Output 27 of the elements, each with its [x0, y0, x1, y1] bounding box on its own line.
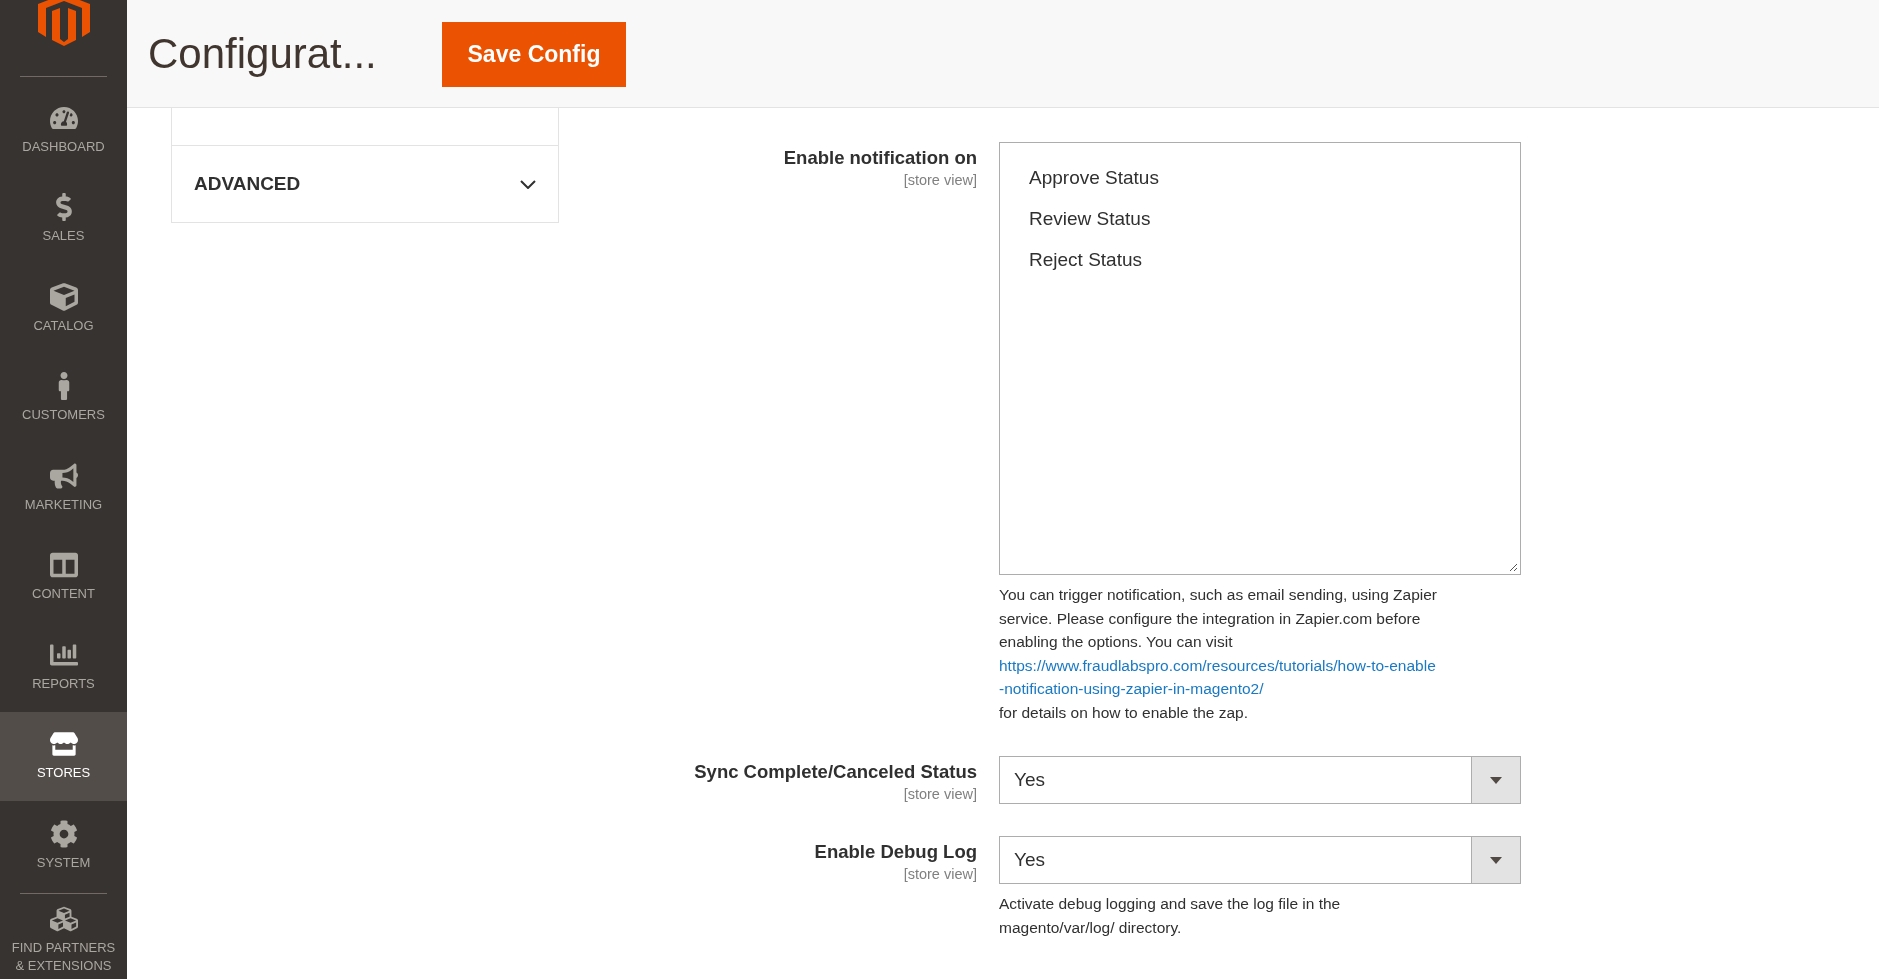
sidebar-item[interactable]: FIND PARTNERS & EXTENSIONS: [0, 895, 127, 979]
sidebar-item[interactable]: SYSTEM: [0, 801, 127, 891]
sidebar-item[interactable]: SALES: [0, 174, 127, 264]
sidebar-item[interactable]: CATALOG: [0, 264, 127, 354]
field-note: Activate debug logging and save the log file in the magento/var/log/ directory.: [999, 894, 1342, 938]
tutorial-link[interactable]: https://www.fraudlabspro.com/resources/tutorials/how-to-enable-notification-using-zapier-in-magento2/: [999, 653, 1439, 701]
list-option[interactable]: Reject Status: [1029, 239, 1520, 280]
page-title: Configurat...: [148, 29, 378, 79]
field-label: Enable notification on: [783, 146, 977, 170]
scope-label: [store view]: [903, 865, 977, 884]
sidebar-item[interactable]: CUSTOMERS: [0, 353, 127, 443]
scope-label: [store view]: [903, 785, 977, 804]
sidebar-item[interactable]: STORES: [0, 711, 127, 801]
sidebar-item[interactable]: MARKETING: [0, 443, 127, 533]
scope-label: [store view]: [903, 171, 977, 190]
list-option[interactable]: Review Status: [1029, 198, 1520, 239]
save-config-button[interactable]: Save Config: [442, 22, 626, 87]
sidebar-item[interactable]: DASHBOARD: [0, 85, 127, 175]
list-option[interactable]: Approve Status: [1029, 157, 1520, 198]
sidebar-item[interactable]: REPORTS: [0, 622, 127, 712]
sidebar-item[interactable]: CONTENT: [0, 532, 127, 622]
field-label: Sync Complete/Canceled Status: [694, 760, 977, 784]
multiselect-list[interactable]: Approve Status Review Status Reject Status: [999, 142, 1521, 575]
field-note: You can trigger notification, such as email sending, using Zapier service. Please configure the integration in Zapier.com before enabling the options. You can visit https://www.fraudlabspro.com/resources/tutorials/how-to-enable-notification-using-zapier-in-magento2/ for details on how to enable the zap.: [999, 585, 1439, 723]
field-label: Enable Debug Log: [814, 840, 977, 864]
select-field[interactable]: Yes: [999, 836, 1521, 884]
select-field[interactable]: Yes: [999, 756, 1521, 804]
